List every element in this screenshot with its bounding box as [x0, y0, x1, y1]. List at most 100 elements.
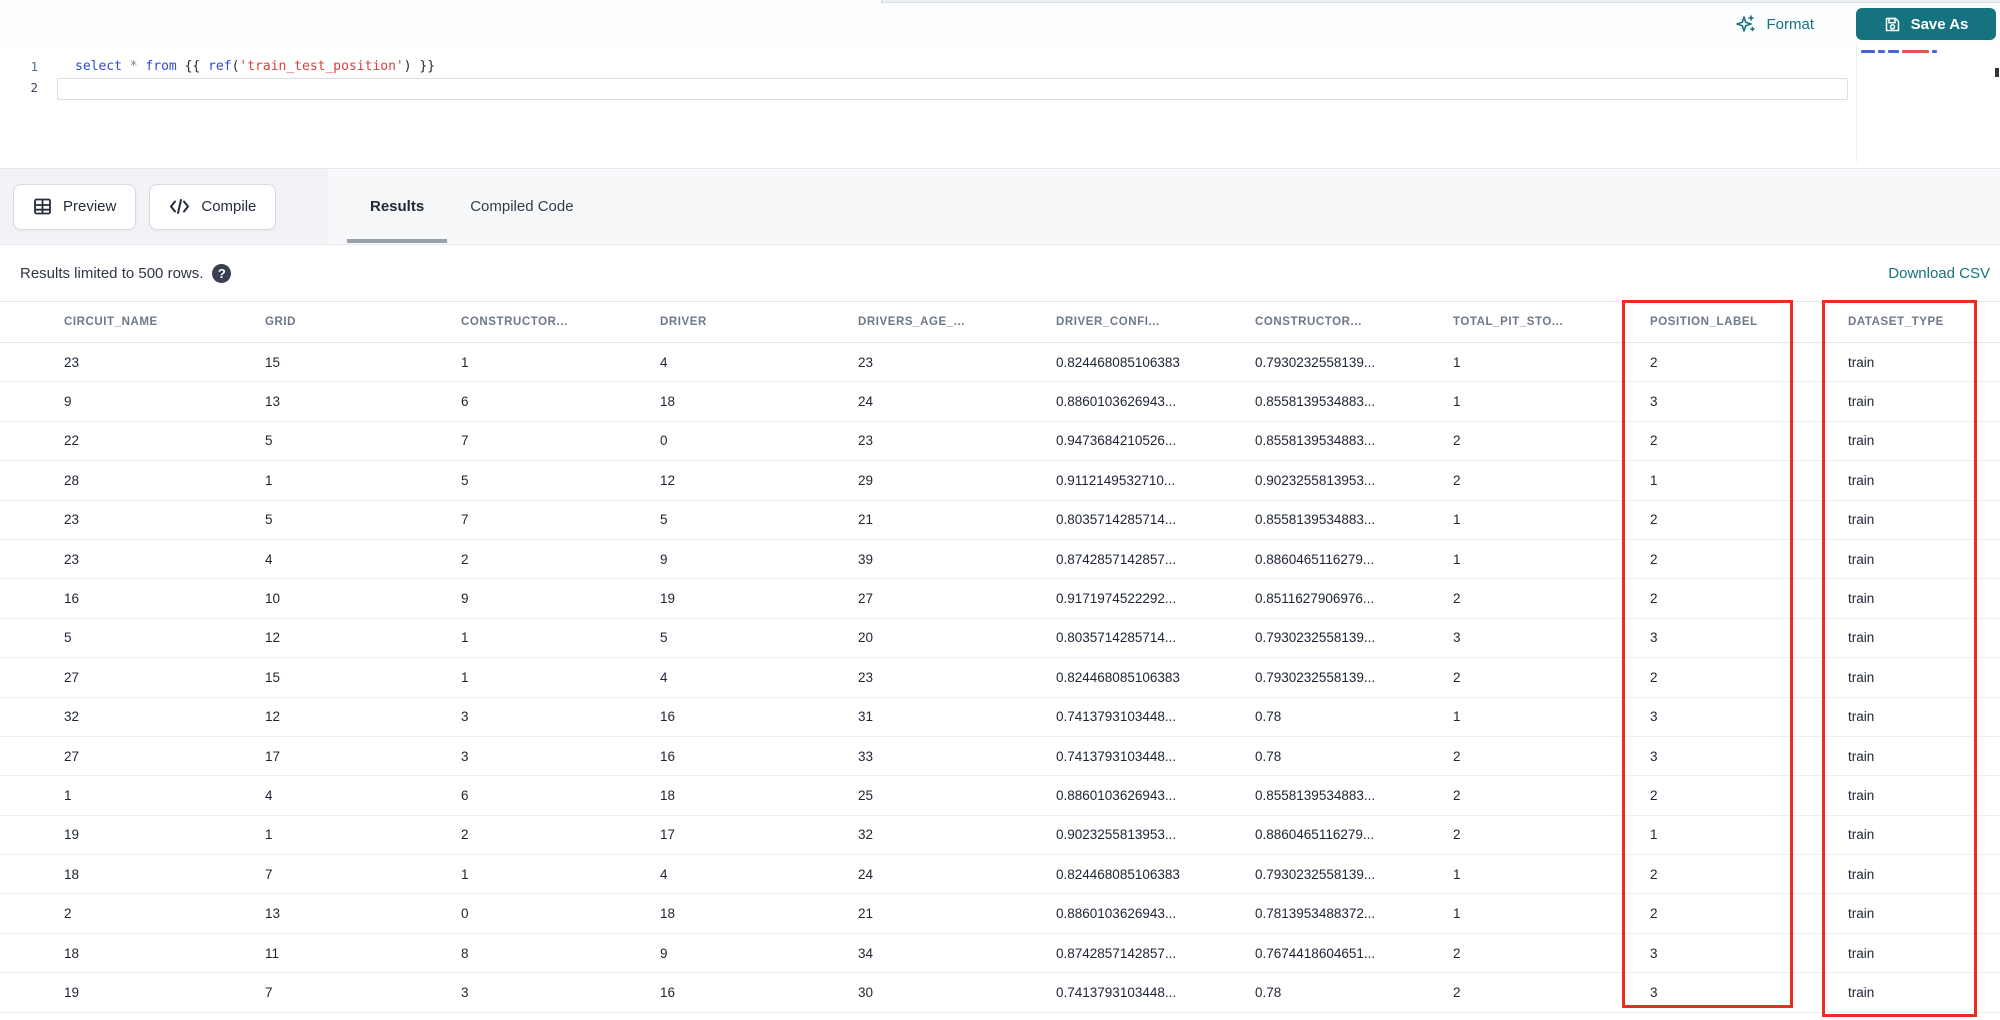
tab-strip-remnant	[881, 0, 2000, 3]
table-cell: train	[1848, 630, 1875, 646]
table-cell: 1	[1453, 709, 1461, 725]
table-cell: 7	[265, 866, 273, 882]
table-cell: 5	[265, 512, 273, 528]
table-cell: 16	[660, 748, 676, 764]
table-cell: 23	[64, 354, 80, 370]
table-cell: 12	[660, 472, 676, 488]
help-icon[interactable]: ?	[212, 264, 232, 283]
save-as-button[interactable]: Save As	[1856, 8, 1996, 40]
column-header-0[interactable]: CIRCUIT_NAME	[64, 316, 265, 328]
table-cell: 2	[1453, 984, 1461, 1000]
sql-token-jinja	[122, 59, 130, 74]
preview-label: Preview	[63, 198, 117, 215]
table-cell: 2	[1650, 591, 1658, 607]
table-cell: train	[1848, 433, 1875, 449]
result-tabs: Results Compiled Code	[347, 169, 597, 244]
toolbar-tabs-area: Results Compiled Code	[328, 169, 2000, 244]
column-header-8[interactable]: POSITION_LABEL	[1650, 316, 1848, 328]
column-header-9[interactable]: DATASET_TYPE	[1848, 316, 2000, 328]
table-cell: 1	[1453, 866, 1461, 882]
table-cell: 27	[64, 669, 80, 685]
table-cell: 9	[660, 945, 668, 961]
table-cell: 4	[265, 787, 273, 803]
sql-token-string: 'train_test_position'	[239, 59, 404, 74]
preview-button[interactable]: Preview	[13, 183, 137, 230]
table-cell: 2	[1453, 433, 1461, 449]
table-cell: 0.78	[1255, 748, 1282, 764]
table-cell: 16	[660, 984, 676, 1000]
column-header-7[interactable]: TOTAL_PIT_STO...	[1453, 316, 1650, 328]
table-cell: 2	[1650, 866, 1658, 882]
table-cell: 0.8860103626943...	[1056, 394, 1177, 410]
table-cell: 3	[461, 748, 469, 764]
table-cell: 0.824468085106383	[1056, 354, 1180, 370]
column-header-4[interactable]: DRIVERS_AGE_...	[858, 316, 1056, 328]
column-header-6[interactable]: CONSTRUCTOR...	[1255, 316, 1453, 328]
table-cell: 0.9023255813953...	[1056, 827, 1177, 843]
table-cell: train	[1848, 551, 1875, 567]
table-cell: 0	[660, 433, 668, 449]
table-cell: train	[1848, 709, 1875, 725]
table-cell: 9	[64, 394, 72, 410]
table-cell: 0.8558139534883...	[1255, 512, 1376, 528]
table-row: 1 4 6 18 25 0.8860103626943... 0.8558139534883…	[0, 776, 2000, 816]
column-header-1[interactable]: GRID	[265, 316, 461, 328]
table-cell: 11	[265, 945, 280, 961]
table-cell: 0.78	[1255, 709, 1282, 725]
table-cell: 9	[461, 591, 469, 607]
save-as-label: Save As	[1910, 15, 1969, 33]
table-cell: 8	[461, 945, 469, 961]
table-cell: 0.8558139534883...	[1255, 787, 1376, 803]
table-cell: 0.7674418604651...	[1255, 945, 1376, 961]
format-button[interactable]: Format	[1736, 14, 1814, 34]
table-cell: train	[1848, 787, 1875, 803]
table-cell: 27	[858, 591, 874, 607]
table-cell: 3	[1650, 945, 1658, 961]
table-cell: 0.8511627906976...	[1255, 591, 1375, 607]
compile-button[interactable]: Compile	[149, 183, 277, 230]
table-cell: 2	[461, 551, 469, 567]
table-cell: 5	[64, 630, 72, 646]
tab-results[interactable]: Results	[347, 169, 448, 244]
table-cell: 10	[265, 591, 281, 607]
table-cell: 5	[660, 512, 668, 528]
table-cell: 23	[858, 354, 874, 370]
table-cell: 0.7413793103448...	[1056, 709, 1177, 725]
table-cell: 3	[1650, 630, 1658, 646]
table-cell: train	[1848, 906, 1875, 922]
table-cell: 3	[1650, 748, 1658, 764]
code-editor[interactable]: 1 select * from {{ ref('train_test_posit…	[0, 48, 1840, 168]
table-cell: 0.7413793103448...	[1056, 748, 1177, 764]
table-cell: 1	[64, 787, 72, 803]
column-header-5[interactable]: DRIVER_CONFI...	[1056, 316, 1255, 328]
table-cell: 2	[1453, 945, 1461, 961]
table-row: 27 15 1 4 23 0.824468085106383 0.7930232558139…	[0, 658, 2000, 698]
table-cell: 18	[64, 866, 80, 882]
table-cell: 15	[265, 354, 281, 370]
sparkles-icon	[1736, 15, 1756, 32]
table-cell: 0.9112149532710...	[1056, 472, 1176, 488]
table-cell: 23	[858, 669, 874, 685]
table-cell: 19	[64, 827, 80, 843]
table-cell: 9	[660, 551, 668, 567]
editor-topbar: Format Save As	[0, 0, 2000, 48]
table-cell: 2	[1453, 787, 1461, 803]
table-cell: 2	[1453, 748, 1461, 764]
table-cell: train	[1848, 827, 1875, 843]
results-toolbar: Preview Compile Results Compiled Code	[0, 168, 2000, 245]
download-csv-link[interactable]: Download CSV	[1888, 265, 1990, 282]
column-header-3[interactable]: DRIVER	[660, 316, 858, 328]
column-header-2[interactable]: CONSTRUCTOR...	[461, 316, 660, 328]
results-limit-text: Results limited to 500 rows.	[20, 265, 204, 282]
table-cell: 16	[64, 591, 80, 607]
table-cell: 0.8035714285714...	[1056, 512, 1177, 528]
table-cell: 2	[1453, 669, 1461, 685]
table-row: 2 13 0 18 21 0.8860103626943... 0.781395348837…	[0, 894, 2000, 934]
save-icon	[1885, 17, 1899, 31]
results-table: CIRCUIT_NAME GRID CONSTRUCTOR... DRIVER DRIV…	[0, 301, 2000, 1013]
tab-compiled-code[interactable]: Compiled Code	[447, 169, 596, 244]
editor-minimap[interactable]	[1856, 44, 1996, 162]
sql-token-keyword: from	[145, 59, 177, 74]
table-cell: 3	[461, 709, 469, 725]
table-cell: 34	[858, 945, 874, 961]
